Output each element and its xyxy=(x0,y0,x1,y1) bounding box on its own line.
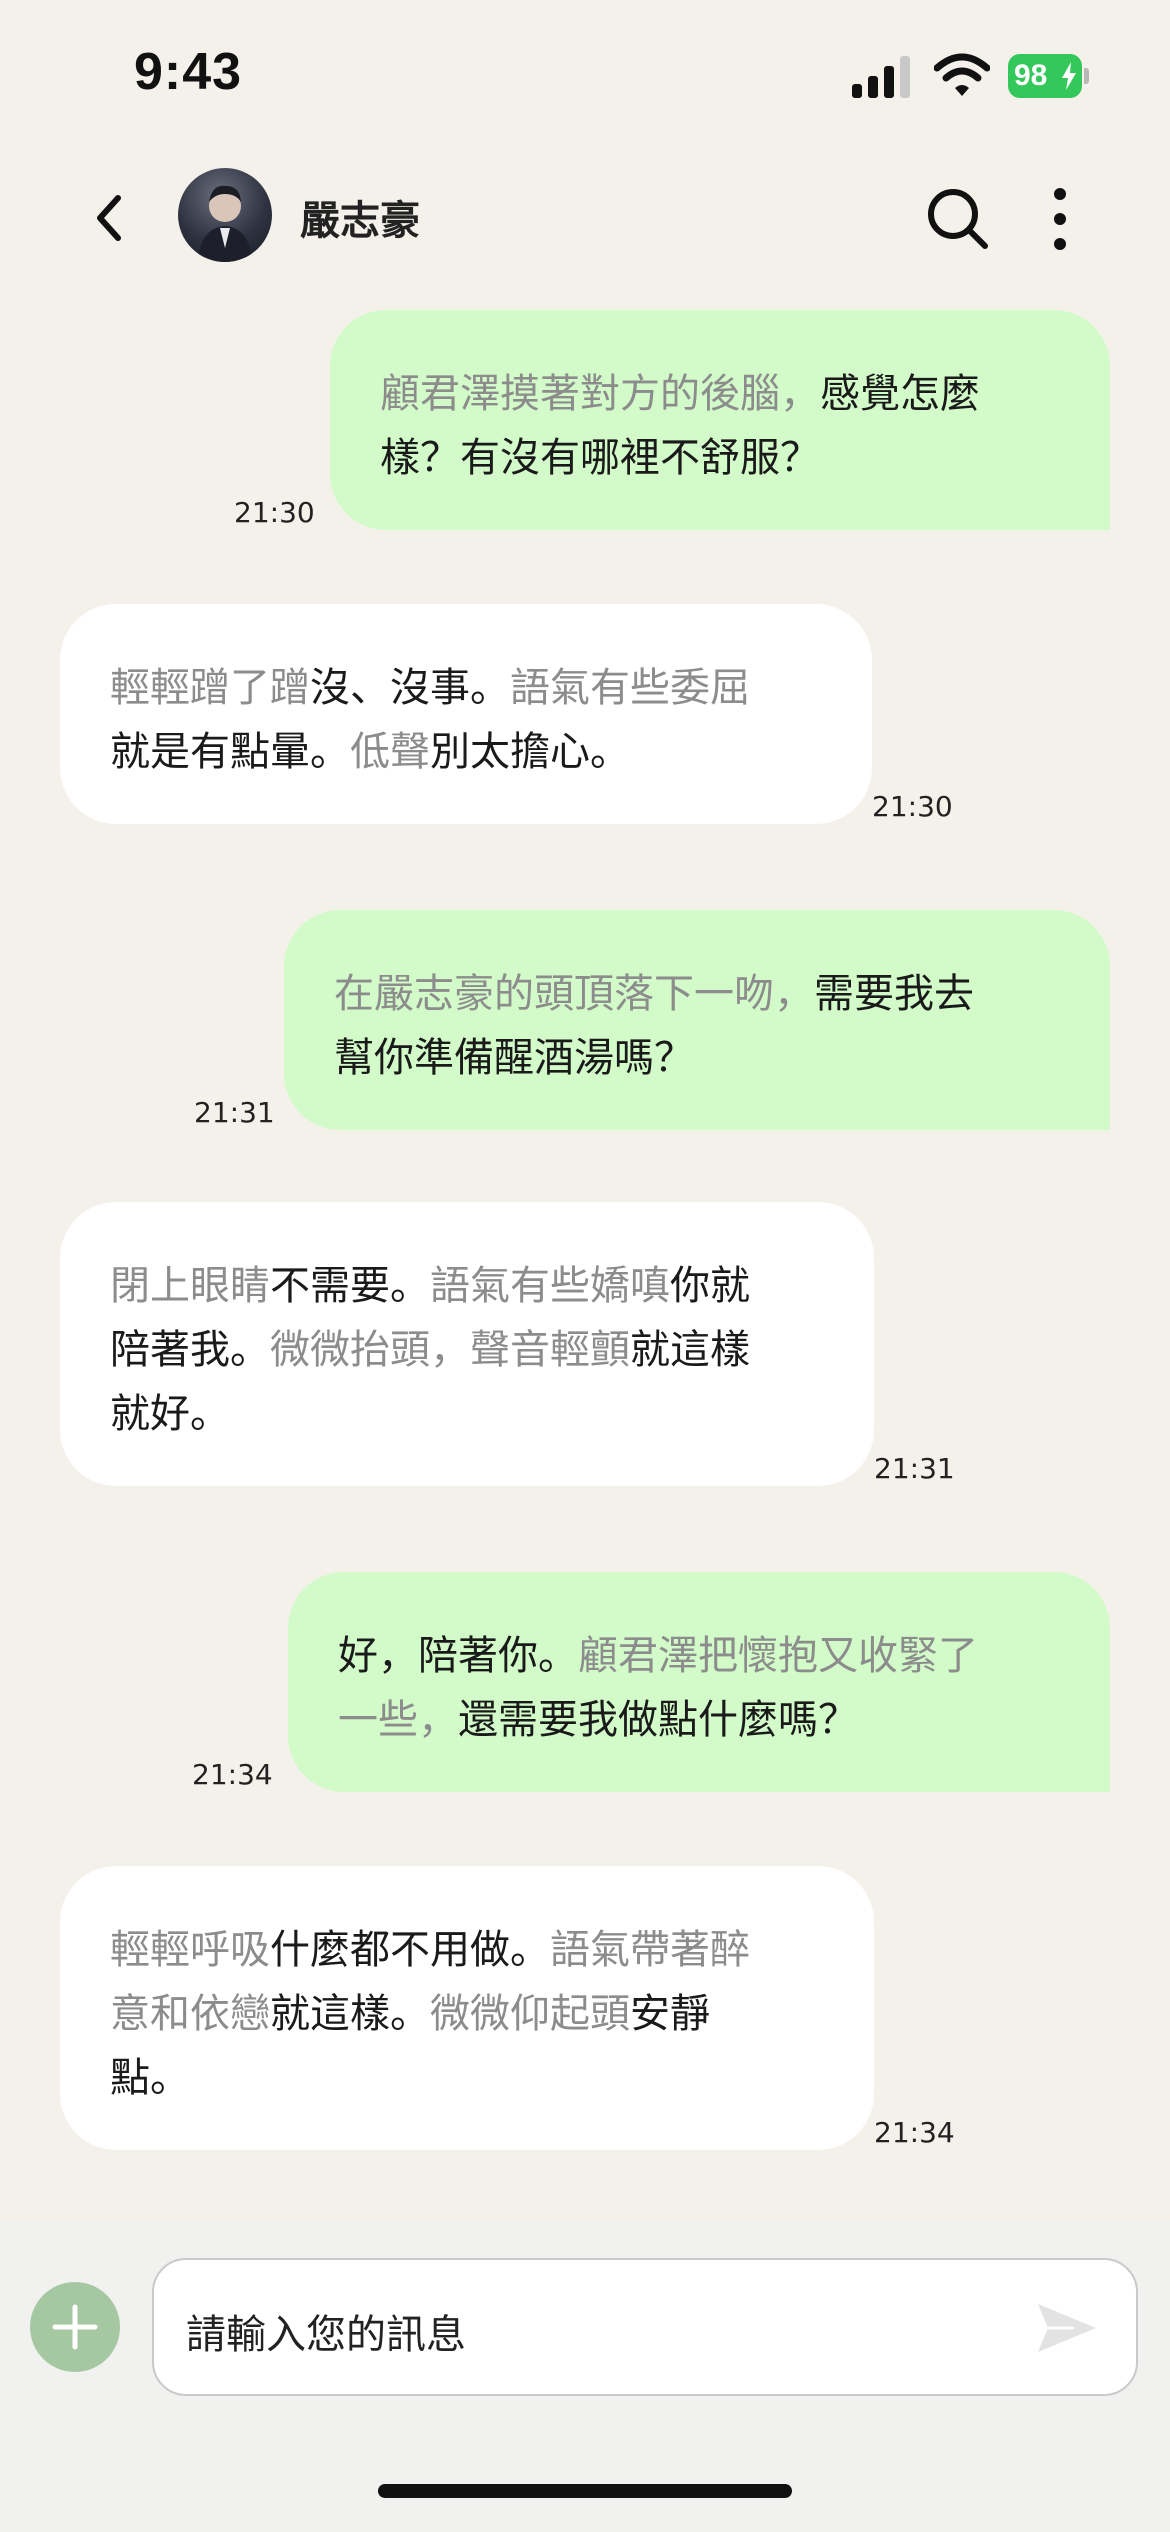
speech-text: 還需要我做點什麼嗎？ xyxy=(458,1697,858,1743)
action-text: 微微抬頭，聲音輕顫 xyxy=(270,1327,630,1373)
battery-cap xyxy=(1084,68,1089,84)
speech-text: 安靜 xyxy=(630,1991,710,2037)
speech-text: 你就 xyxy=(670,1263,750,1309)
message-bubble-received[interactable]: 輕輕呼吸什麼都不用做。語氣帶著醉 意和依戀就這樣。微微仰起頭安靜 點。 xyxy=(60,1866,874,2150)
message-timestamp: 21:34 xyxy=(192,1758,273,1791)
action-text: 一些， xyxy=(338,1697,458,1743)
message-line: 顧君澤摸著對方的後腦，感覺怎麼 xyxy=(380,362,1062,426)
message-timestamp: 21:34 xyxy=(874,2116,955,2149)
message-line: 在嚴志豪的頭頂落下一吻，需要我去 xyxy=(334,962,1062,1026)
message-timestamp: 21:30 xyxy=(234,496,315,529)
avatar-image xyxy=(198,185,252,262)
message-line: 輕輕呼吸什麼都不用做。語氣帶著醉 xyxy=(110,1918,826,1982)
action-text: 閉上眼睛 xyxy=(110,1263,270,1309)
chat-header: 嚴志豪 xyxy=(0,150,1170,280)
battery-icon: 98 xyxy=(1008,54,1089,98)
speech-text: 陪著我。 xyxy=(110,1327,270,1373)
speech-text: 就這樣 xyxy=(630,1327,750,1373)
message-line: 好，陪著你。顧君澤把懷抱又收緊了 xyxy=(338,1624,1062,1688)
contact-name[interactable]: 嚴志豪 xyxy=(300,188,420,246)
avatar[interactable] xyxy=(178,168,272,262)
speech-text: 幫你準備醒酒湯嗎？ xyxy=(334,1035,694,1081)
speech-text: 感覺怎麼 xyxy=(820,371,980,417)
message-placeholder: 請輸入您的訊息 xyxy=(186,2312,466,2358)
action-text: 輕輕蹭了蹭 xyxy=(110,665,310,711)
message-bubble-sent[interactable]: 顧君澤摸著對方的後腦，感覺怎麼 樣？有沒有哪裡不舒服？ xyxy=(330,310,1110,530)
action-text: 輕輕呼吸 xyxy=(110,1927,270,1973)
action-text: 意和依戀 xyxy=(110,1991,270,2037)
action-text: 語氣帶著醉 xyxy=(550,1927,750,1973)
speech-text: 好，陪著你。 xyxy=(338,1633,578,1679)
message-line: 輕輕蹭了蹭沒、沒事。語氣有些委屈 xyxy=(110,656,824,720)
action-text: 低聲 xyxy=(350,729,430,775)
speech-text: 不需要。 xyxy=(270,1263,430,1309)
action-text: 顧君澤把懷抱又收緊了 xyxy=(578,1633,978,1679)
message-line: 點。 xyxy=(110,2046,826,2110)
message-bubble-received[interactable]: 閉上眼睛不需要。語氣有些嬌嗔你就 陪著我。微微抬頭，聲音輕顫就這樣 就好。 xyxy=(60,1202,874,1486)
back-arrow-icon[interactable] xyxy=(88,190,132,246)
message-timestamp: 21:31 xyxy=(874,1452,955,1485)
message-bubble-sent[interactable]: 好，陪著你。顧君澤把懷抱又收緊了 一些，還需要我做點什麼嗎？ xyxy=(288,1572,1110,1792)
send-icon[interactable] xyxy=(1034,2300,1100,2356)
action-text: 微微仰起頭 xyxy=(430,1991,630,2037)
chat-screen: 9:43 98 嚴志豪 顧君澤摸著對方的後腦，感覺怎麼 樣？有沒有哪裡不舒服？ … xyxy=(0,0,1170,2532)
speech-text: 沒、沒事。 xyxy=(310,665,510,711)
message-timestamp: 21:31 xyxy=(194,1096,275,1129)
action-text: 顧君澤摸著對方的後腦， xyxy=(380,371,820,417)
speech-text: 就是有點暈。 xyxy=(110,729,350,775)
speech-text: 樣？有沒有哪裡不舒服？ xyxy=(380,435,820,481)
message-line: 就好。 xyxy=(110,1382,826,1446)
message-line: 幫你準備醒酒湯嗎？ xyxy=(334,1026,1062,1090)
more-vertical-icon[interactable] xyxy=(1046,186,1074,252)
action-text: 在嚴志豪的頭頂落下一吻， xyxy=(334,971,814,1017)
add-button[interactable] xyxy=(30,2282,120,2372)
message-bubble-sent[interactable]: 在嚴志豪的頭頂落下一吻，需要我去幫你準備醒酒湯嗎？ xyxy=(284,910,1110,1130)
action-text: 語氣有些嬌嗔 xyxy=(430,1263,670,1309)
speech-text: 什麼都不用做。 xyxy=(270,1927,550,1973)
action-text: 語氣有些委屈 xyxy=(510,665,750,711)
charging-bolt-icon xyxy=(1062,62,1076,90)
speech-text: 就好。 xyxy=(110,1391,230,1437)
message-line: 陪著我。微微抬頭，聲音輕顫就這樣 xyxy=(110,1318,826,1382)
search-icon[interactable] xyxy=(925,186,991,252)
speech-text: 需要我去 xyxy=(814,971,974,1017)
add-icon xyxy=(52,2304,98,2350)
speech-text: 就這樣。 xyxy=(270,1991,430,2037)
message-line: 閉上眼睛不需要。語氣有些嬌嗔你就 xyxy=(110,1254,826,1318)
speech-text: 別太擔心。 xyxy=(430,729,630,775)
signal-icon xyxy=(852,56,910,98)
message-timestamp: 21:30 xyxy=(872,790,953,823)
status-bar: 9:43 98 xyxy=(0,0,1170,150)
speech-text: 點。 xyxy=(110,2055,190,2101)
wifi-icon xyxy=(934,53,990,96)
message-bubble-received[interactable]: 輕輕蹭了蹭沒、沒事。語氣有些委屈 就是有點暈。低聲別太擔心。 xyxy=(60,604,872,824)
message-line: 意和依戀就這樣。微微仰起頭安靜 xyxy=(110,1982,826,2046)
message-line: 樣？有沒有哪裡不舒服？ xyxy=(380,426,1062,490)
status-time: 9:43 xyxy=(134,43,243,101)
message-input[interactable]: 請輸入您的訊息 xyxy=(152,2258,1138,2396)
message-line: 一些，還需要我做點什麼嗎？ xyxy=(338,1688,1062,1752)
home-indicator xyxy=(378,2484,792,2498)
message-line: 就是有點暈。低聲別太擔心。 xyxy=(110,720,824,784)
